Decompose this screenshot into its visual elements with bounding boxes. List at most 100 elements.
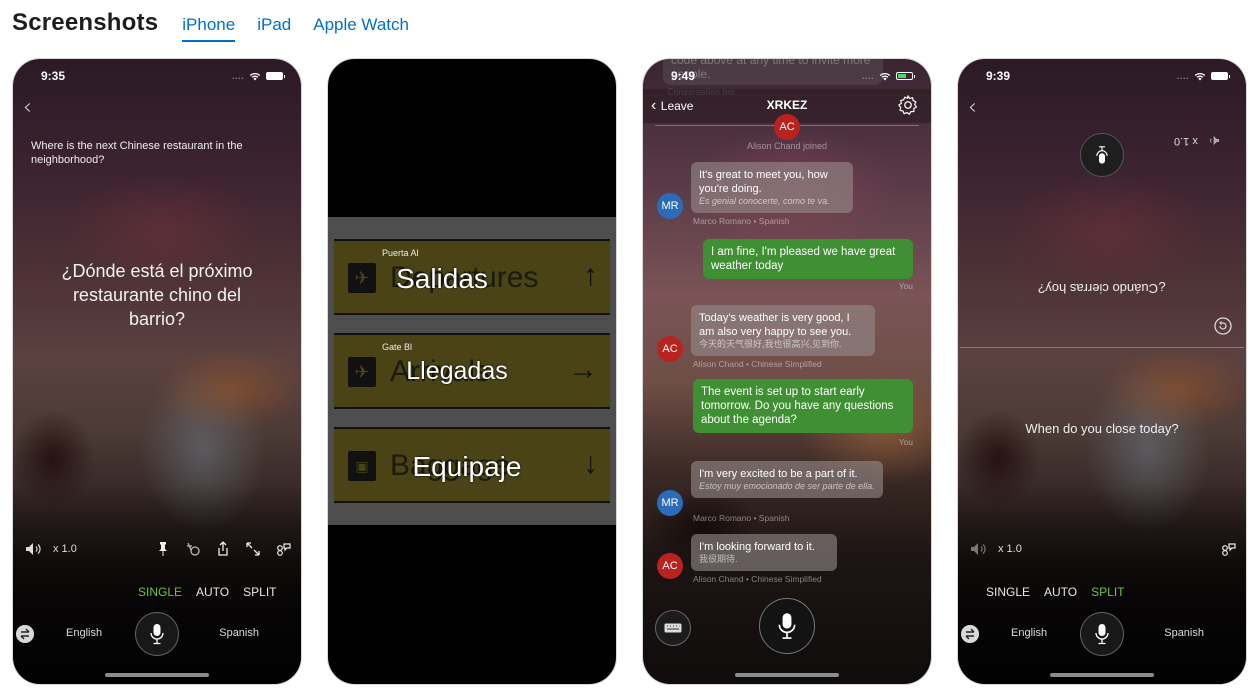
message-bubble-incoming[interactable]: I'm very excited to be a part of it. Est…: [691, 461, 883, 498]
message-text: Today's weather is very good, I am also …: [699, 312, 852, 338]
expand-icon[interactable]: [245, 541, 261, 557]
status-bar: 9:35 ....: [41, 68, 285, 84]
back-chevron-icon[interactable]: ‹: [968, 95, 977, 120]
room-code: XRKEZ: [766, 98, 808, 112]
source-language[interactable]: English: [1011, 627, 1047, 639]
mode-selector: SINGLE AUTO SPLIT: [138, 585, 277, 599]
home-indicator: [735, 673, 839, 677]
message-meta: Alison Chand • Chinese Simplified: [693, 574, 822, 584]
mode-split[interactable]: SPLIT: [243, 585, 276, 599]
message-translation: 今天的天气很好,我也很高兴,见到你.: [699, 339, 842, 349]
message-text: I'm looking forward to it.: [699, 541, 815, 553]
message-bubble-incoming[interactable]: It's great to meet you, how you're doing…: [691, 162, 853, 213]
tab-iphone[interactable]: iPhone: [182, 15, 235, 42]
wifi-icon: [1194, 72, 1206, 81]
message-translation: Es genial conocerte, como te va.: [699, 196, 830, 206]
microphone-icon: [150, 624, 164, 645]
system-message: Alison Chand joined: [746, 141, 828, 151]
gear-icon[interactable]: [897, 94, 919, 116]
conversation-icon[interactable]: [1220, 541, 1236, 557]
tab-apple-watch[interactable]: Apple Watch: [313, 15, 409, 41]
message-meta: Marco Romano • Spanish: [693, 513, 790, 523]
message-meta: You: [898, 437, 913, 447]
mode-single[interactable]: SINGLE: [986, 585, 1030, 599]
sign-gate-label: Gate Bl: [382, 342, 413, 352]
message-meta: Marco Romano • Spanish: [693, 216, 790, 226]
status-bar: 9:39 ....: [986, 68, 1230, 84]
microphone-button[interactable]: [1080, 612, 1124, 656]
top-microphone-button[interactable]: [1080, 133, 1124, 177]
microphone-icon: [1096, 146, 1108, 164]
mode-selector: SINGLE AUTO SPLIT: [986, 585, 1125, 599]
battery-icon: [1211, 72, 1230, 80]
status-bar: 9:49 ....: [671, 68, 915, 84]
avatar: MR: [657, 490, 683, 516]
wifi-icon: [249, 72, 261, 81]
battery-charging-icon: [896, 72, 915, 80]
keyboard-button[interactable]: [655, 610, 691, 646]
sign-gate-label: Puerta Al: [382, 248, 419, 258]
message-translation: Estoy muy emocionado de ser parte de ell…: [699, 481, 875, 491]
flipped-translation-text: ¿Cuándo cierras hoy?: [1038, 281, 1166, 296]
status-time: 9:49: [671, 69, 696, 83]
message-bubble-incoming[interactable]: Today's weather is very good, I am also …: [691, 305, 875, 356]
mode-split[interactable]: SPLIT: [1091, 585, 1124, 599]
message-meta: You: [898, 281, 913, 291]
language-bar: English Spanish: [958, 611, 1246, 657]
wifi-icon: [879, 72, 891, 81]
sign-translation: Llegadas: [406, 357, 508, 385]
signal-icon: ....: [231, 71, 244, 81]
blurred-background: [643, 59, 931, 684]
screenshot-split-mode[interactable]: 9:39 .... ‹ x 1.0 ¿Cuándo cierras hoy? W…: [957, 58, 1247, 685]
tab-ipad[interactable]: iPad: [257, 15, 291, 41]
target-language[interactable]: Spanish: [1164, 627, 1204, 639]
speed-control[interactable]: x 1.0: [53, 543, 77, 555]
microphone-button[interactable]: [135, 612, 179, 656]
message-text: I am fine, I'm pleased we have great wea…: [711, 246, 896, 272]
mode-auto[interactable]: AUTO: [196, 585, 229, 599]
share-icon[interactable]: [215, 541, 231, 557]
source-text: Where is the next Chinese restaurant in …: [31, 140, 243, 166]
speaker-icon[interactable]: [970, 542, 988, 556]
message-meta: Alison Chand • Chinese Simplified: [693, 359, 822, 369]
screenshot-conversation[interactable]: code above at any time to invite more pe…: [642, 58, 932, 685]
message-bubble-incoming[interactable]: I'm looking forward to it. 我很期待.: [691, 534, 837, 571]
battery-icon: [266, 72, 285, 80]
pin-icon[interactable]: [155, 541, 171, 557]
sign-translation: Salidas: [396, 263, 488, 294]
keyboard-icon: [664, 623, 682, 633]
status-time: 9:39: [986, 69, 1011, 83]
speaker-icon[interactable]: [25, 542, 43, 556]
screenshots-header: Screenshots iPhone iPad Apple Watch: [12, 8, 431, 48]
mode-single[interactable]: SINGLE: [138, 585, 182, 599]
swap-languages-icon[interactable]: [16, 625, 34, 643]
speaker-icon[interactable]: [1206, 136, 1220, 147]
section-title: Screenshots: [12, 9, 159, 36]
home-indicator: [1050, 673, 1154, 677]
sign-translation: Equipaje: [412, 451, 522, 482]
avatar: AC: [774, 114, 800, 140]
target-language[interactable]: Spanish: [219, 627, 259, 639]
translate-icon[interactable]: [185, 541, 201, 557]
back-chevron-icon[interactable]: ‹: [23, 95, 32, 120]
microphone-icon: [778, 613, 796, 639]
screenshot-camera-translation[interactable]: ✈ Departures ↑ Puerta Al Salidas ✈ Arriv…: [327, 58, 617, 685]
microphone-button[interactable]: [759, 598, 815, 654]
camera-view: ✈ Departures ↑ Puerta Al Salidas ✈ Arriv…: [328, 217, 616, 525]
avatar: MR: [657, 193, 683, 219]
swap-languages-icon[interactable]: [961, 625, 979, 643]
message-translation: 我很期待.: [699, 554, 738, 564]
source-language[interactable]: English: [66, 627, 102, 639]
mode-auto[interactable]: AUTO: [1044, 585, 1077, 599]
screenshot-single-mode[interactable]: 9:35 .... ‹ Where is the next Chinese re…: [12, 58, 302, 685]
replay-icon[interactable]: [1214, 317, 1232, 335]
speed-control[interactable]: x 1.0: [998, 543, 1022, 555]
message-bubble-outgoing[interactable]: I am fine, I'm pleased we have great wea…: [703, 239, 913, 279]
split-divider: [960, 347, 1244, 348]
message-bubble-outgoing[interactable]: The event is set up to start early tomor…: [693, 379, 913, 433]
sign-baggage: ▣ Baggage ↓ Equipaje: [334, 427, 610, 503]
avatar: AC: [657, 553, 683, 579]
speed-control[interactable]: x 1.0: [1174, 135, 1198, 147]
playback-toolbar: x 1.0: [25, 539, 291, 559]
conversation-icon[interactable]: [275, 541, 291, 557]
